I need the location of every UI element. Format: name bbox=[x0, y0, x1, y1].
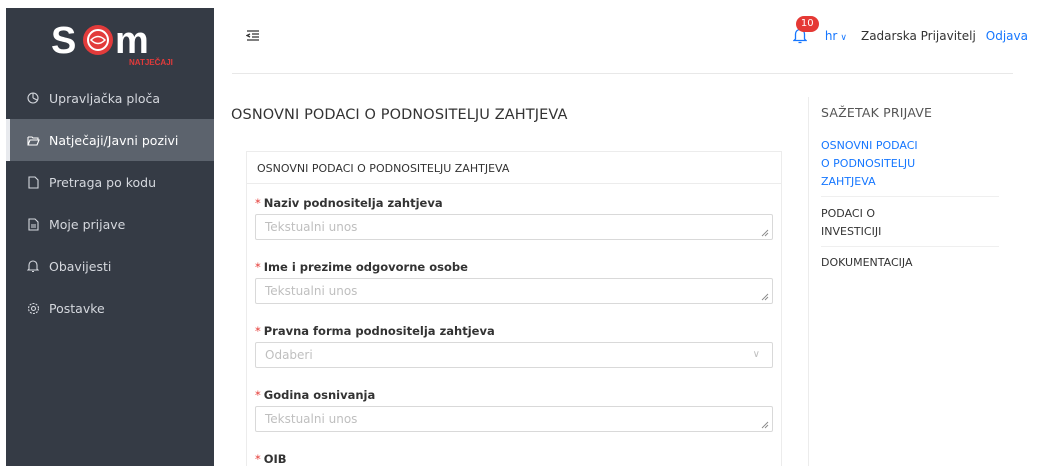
notifications-button[interactable]: 10 bbox=[792, 16, 819, 44]
odgovorna-osoba-input[interactable]: Tekstualni unos bbox=[255, 278, 773, 304]
resize-handle-icon[interactable] bbox=[761, 293, 769, 301]
logo[interactable]: S m NATJEČAJI bbox=[6, 8, 214, 74]
header-divider bbox=[232, 73, 1013, 74]
summary-divider bbox=[821, 246, 999, 247]
field-label: * Naziv podnositelja zahtjeva bbox=[255, 196, 443, 210]
field-label: * OIB bbox=[255, 452, 287, 466]
naziv-input[interactable]: Tekstualni unos bbox=[255, 214, 773, 240]
select-placeholder: Odaberi bbox=[265, 348, 313, 362]
header-actions: 10 hr ∨ Zadarska Prijavitelj Odjava bbox=[792, 16, 1028, 44]
input-placeholder: Tekstualni unos bbox=[265, 284, 358, 298]
user-name: Zadarska Prijavitelj bbox=[860, 29, 976, 43]
field-label: * Pravna forma podnositelja zahtjeva bbox=[255, 324, 495, 338]
menu-collapse-icon[interactable] bbox=[245, 28, 262, 44]
svg-text:S: S bbox=[51, 20, 76, 62]
sidebar-item-label: Natječaji/Javni pozivi bbox=[49, 132, 179, 148]
sidebar-item-label: Moje prijave bbox=[49, 216, 126, 232]
sidebar-item-label: Obavijesti bbox=[49, 258, 112, 274]
form-card: OSNOVNI PODACI O PODNOSITELJU ZAHTJEVA *… bbox=[246, 151, 782, 466]
godina-osnivanja-input[interactable]: Tekstualni unos bbox=[255, 406, 773, 432]
field-label: * Ime i prezime odgovorne osobe bbox=[255, 260, 468, 274]
summary-panel: SAŽETAK PRIJAVE OSNOVNI PODACI O PODNOSI… bbox=[808, 97, 1013, 466]
svg-text:m: m bbox=[115, 20, 149, 62]
file-icon bbox=[24, 175, 42, 189]
sidebar-item-label: Postavke bbox=[49, 300, 105, 316]
input-placeholder: Tekstualni unos bbox=[265, 220, 358, 234]
field-label: * Godina osnivanja bbox=[255, 388, 376, 402]
form-field-naziv: * Naziv podnositelja zahtjeva Tekstualni … bbox=[255, 196, 773, 240]
required-marker: * bbox=[255, 196, 261, 210]
summary-item-osnovni-podaci[interactable]: OSNOVNI PODACI O PODNOSITELJU ZAHTJEVA bbox=[821, 137, 999, 191]
form-field-godina-osnivanja: * Godina osnivanja Tekstualni unos bbox=[255, 388, 773, 432]
file-text-icon bbox=[24, 217, 42, 231]
page-title: OSNOVNI PODACI O PODNOSITELJU ZAHTJEVA bbox=[231, 107, 568, 123]
sidebar-item-label: Pretraga po kodu bbox=[49, 174, 156, 190]
bell-icon bbox=[24, 259, 42, 273]
dashboard-icon bbox=[24, 92, 42, 104]
logo-subtitle: NATJEČAJI bbox=[129, 58, 173, 67]
summary-item-investicija[interactable]: PODACI O INVESTICIJI bbox=[821, 205, 999, 241]
form-card-title: OSNOVNI PODACI O PODNOSITELJU ZAHTJEVA bbox=[247, 152, 781, 184]
form-field-pravna-forma: * Pravna forma podnositelja zahtjeva Odab… bbox=[255, 324, 773, 368]
sidebar-nav: Upravljačka ploča Natječaji/Javni pozivi… bbox=[6, 77, 214, 329]
summary-divider bbox=[821, 196, 999, 197]
sidebar-item-natjecaji[interactable]: Natječaji/Javni pozivi bbox=[6, 119, 214, 161]
form-field-oib: * OIB bbox=[255, 452, 773, 466]
sidebar-item-label: Upravljačka ploča bbox=[49, 90, 160, 106]
sidebar-item-moje-prijave[interactable]: Moje prijave bbox=[6, 203, 214, 245]
sidebar-item-pretraga[interactable]: Pretraga po kodu bbox=[6, 161, 214, 203]
language-label: hr bbox=[824, 29, 838, 43]
resize-handle-icon[interactable] bbox=[761, 421, 769, 429]
form-field-odgovorna-osoba: * Ime i prezime odgovorne osobe Tekstualn… bbox=[255, 260, 773, 304]
summary-item-dokumentacija[interactable]: DOKUMENTACIJA bbox=[821, 254, 999, 272]
required-marker: * bbox=[255, 324, 261, 338]
logout-link[interactable]: Odjava bbox=[986, 29, 1028, 43]
chevron-down-icon: ∨ bbox=[752, 349, 760, 360]
pravna-forma-select[interactable]: Odaberi ∨ bbox=[255, 342, 773, 368]
som-logo-icon: S m NATJEČAJI bbox=[51, 20, 173, 67]
folder-open-icon bbox=[24, 135, 42, 146]
notification-badge: 10 bbox=[795, 16, 819, 32]
required-marker: * bbox=[255, 388, 261, 402]
required-marker: * bbox=[255, 260, 261, 274]
required-marker: * bbox=[255, 452, 261, 466]
resize-handle-icon[interactable] bbox=[761, 229, 769, 237]
language-select[interactable]: hr ∨ bbox=[825, 29, 847, 43]
sidebar: S m NATJEČAJI Upravljačka ploča Natječaj… bbox=[6, 8, 214, 466]
summary-title: SAŽETAK PRIJAVE bbox=[821, 105, 933, 120]
sidebar-item-obavijesti[interactable]: Obavijesti bbox=[6, 245, 214, 287]
sidebar-item-dashboard[interactable]: Upravljačka ploča bbox=[6, 77, 214, 119]
gear-icon bbox=[24, 302, 42, 315]
sidebar-item-postavke[interactable]: Postavke bbox=[6, 287, 214, 329]
input-placeholder: Tekstualni unos bbox=[265, 412, 358, 426]
chevron-down-icon: ∨ bbox=[840, 33, 847, 43]
